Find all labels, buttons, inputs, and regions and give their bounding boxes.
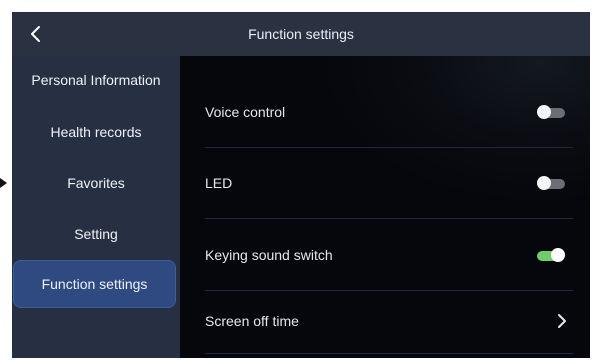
setting-label: LED [205,175,233,191]
toggle-knob [537,105,551,119]
sidebar-item-favorites[interactable]: Favorites [12,160,180,206]
sidebar-item-label: Setting [74,226,118,242]
toggle-knob [551,248,565,262]
device-screen: Function settings Personal Information H… [12,12,590,358]
title-bar: Function settings [12,12,590,56]
setting-label: Keying sound switch [205,247,333,263]
sidebar-item-label: Health records [50,124,142,140]
settings-panel: Voice control LED Keying sound switch Sc… [180,56,590,358]
toggle-knob [537,176,551,190]
keying-sound-toggle[interactable] [537,248,565,262]
sidebar-item-label: Function settings [41,276,148,292]
setting-row-keying-sound-switch[interactable]: Keying sound switch [205,220,573,290]
setting-label: Voice control [205,104,286,120]
divider [205,353,573,354]
pointer-arrow-icon [0,178,7,188]
setting-row-screen-off-time[interactable]: Screen off time [205,286,573,356]
setting-row-voice-control[interactable]: Voice control [205,77,573,147]
sidebar-item-personal-information[interactable]: Personal Information [12,57,180,103]
sidebar-item-health-records[interactable]: Health records [12,109,180,155]
voice-control-toggle[interactable] [537,105,565,119]
chevron-right-icon [558,314,566,328]
sidebar: Personal Information Health records Favo… [12,56,180,358]
divider [205,218,573,219]
sidebar-item-label: Favorites [67,175,125,191]
led-toggle[interactable] [537,176,565,190]
sidebar-item-label: Personal Information [31,72,161,88]
sidebar-item-setting[interactable]: Setting [12,211,180,257]
setting-label: Screen off time [205,313,299,329]
page-title: Function settings [248,26,354,42]
sidebar-item-function-settings[interactable]: Function settings [13,260,176,308]
setting-row-led[interactable]: LED [205,148,573,218]
